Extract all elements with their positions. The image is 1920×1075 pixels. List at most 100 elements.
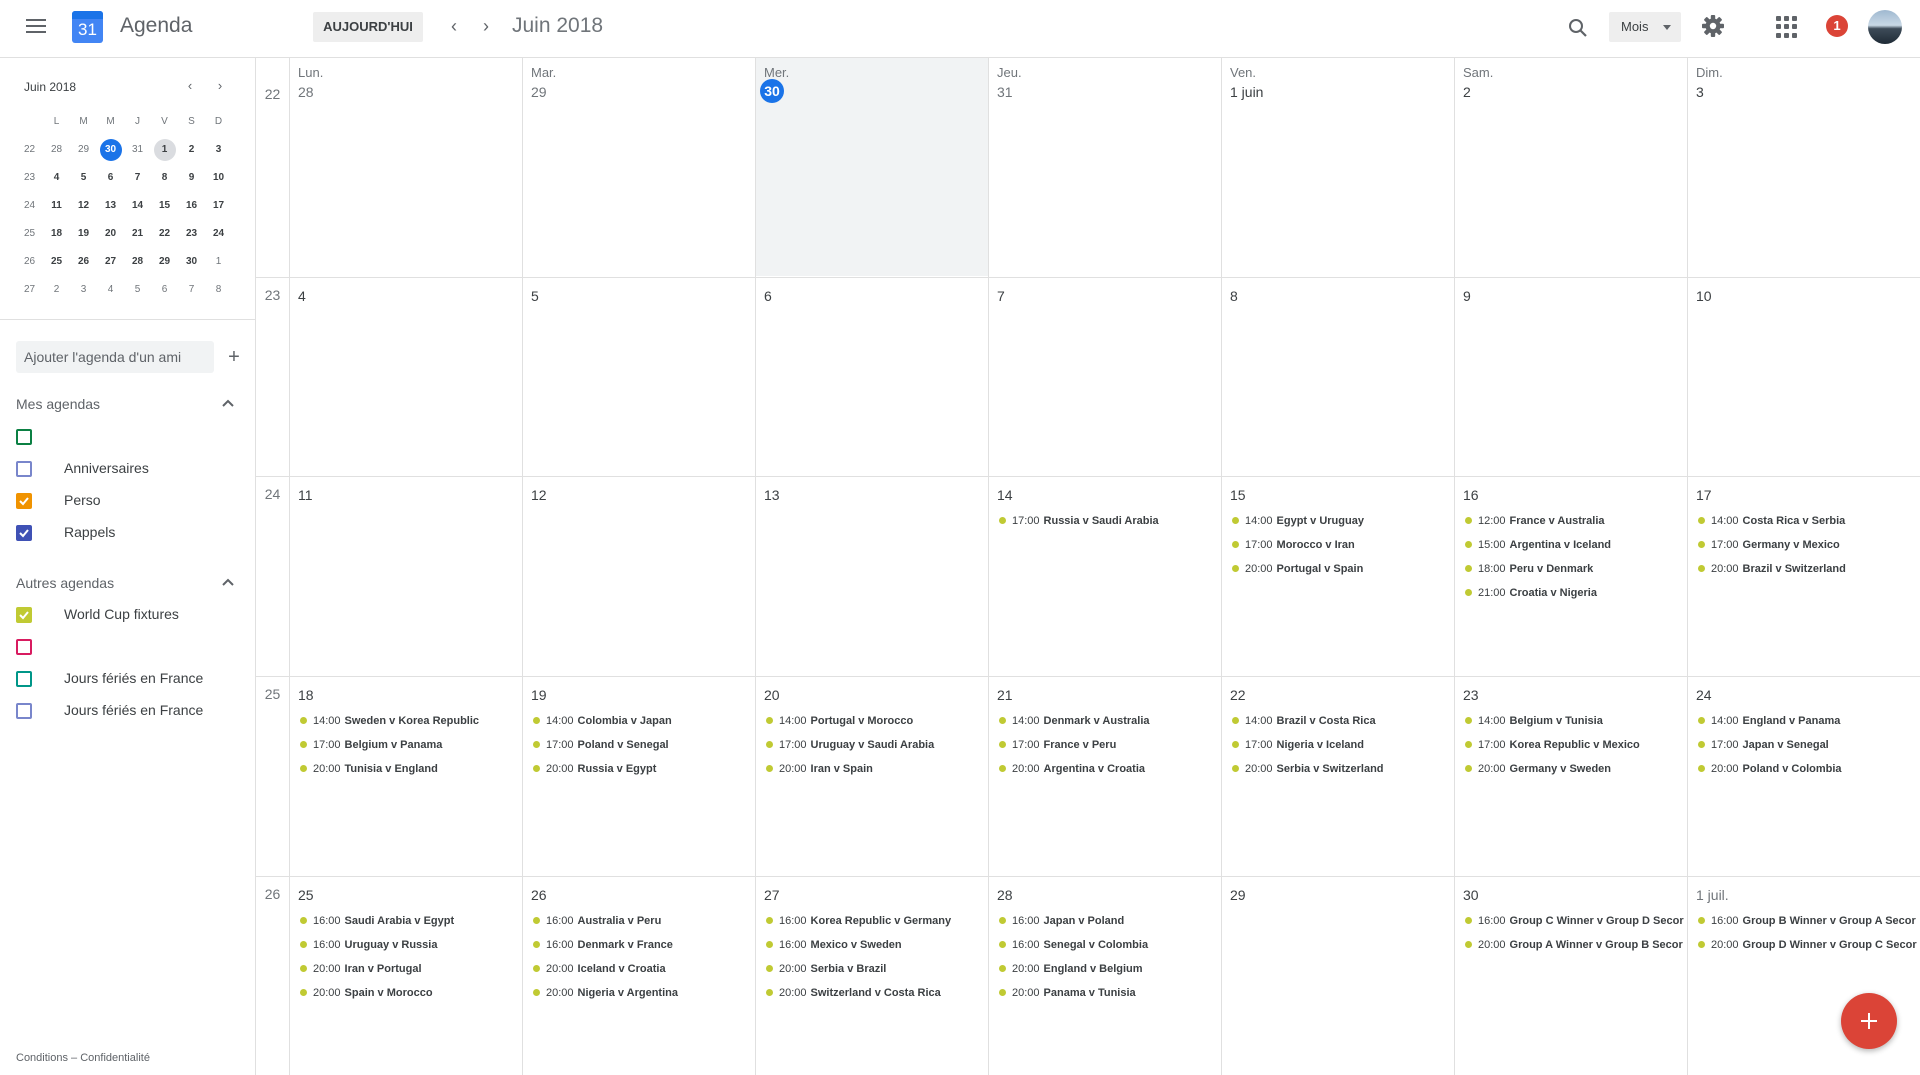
- event-chip[interactable]: 14:00 Costa Rica v Serbia: [1694, 509, 1918, 533]
- notification-badge[interactable]: 1: [1826, 15, 1848, 37]
- day-cell[interactable]: Ven. 1 juin: [1222, 58, 1454, 276]
- mini-day[interactable]: 2: [178, 139, 205, 161]
- day-number[interactable]: 27: [764, 887, 780, 903]
- mini-day[interactable]: 16: [178, 195, 205, 217]
- checkbox-checked-icon[interactable]: [16, 493, 32, 509]
- gear-icon[interactable]: [1699, 12, 1727, 40]
- day-number[interactable]: 30: [1463, 887, 1479, 903]
- day-number[interactable]: 24: [1696, 687, 1712, 703]
- event-chip[interactable]: 17:00 Uruguay v Saudi Arabia: [762, 733, 986, 757]
- calendar-list-item[interactable]: Anniversaires: [16, 456, 244, 482]
- day-cell[interactable]: 19 14:00 Colombia v Japan 17:00 Poland v Sen…: [523, 677, 755, 876]
- event-chip[interactable]: 14:00 Belgium v Tunisia: [1461, 709, 1685, 733]
- day-cell[interactable]: 11: [290, 477, 522, 676]
- event-chip[interactable]: 14:00 Sweden v Korea Republic: [296, 709, 520, 733]
- mini-day[interactable]: 15: [151, 195, 178, 217]
- mini-day[interactable]: 28: [124, 251, 151, 273]
- day-number[interactable]: 9: [1463, 288, 1471, 304]
- privacy-link[interactable]: Confidentialité: [80, 1052, 150, 1064]
- avatar[interactable]: [1868, 10, 1902, 44]
- day-cell[interactable]: 24 14:00 England v Panama 17:00 Japan v Sene…: [1688, 677, 1920, 876]
- event-chip[interactable]: 14:00 Egypt v Uruguay: [1228, 509, 1452, 533]
- day-cell[interactable]: 17 14:00 Costa Rica v Serbia 17:00 Germany v…: [1688, 477, 1920, 676]
- event-chip[interactable]: 20:00 Portugal v Spain: [1228, 557, 1452, 581]
- plus-icon[interactable]: +: [222, 345, 246, 369]
- event-chip[interactable]: 16:00 Senegal v Colombia: [995, 933, 1219, 957]
- mini-day[interactable]: 25: [43, 251, 70, 273]
- event-chip[interactable]: 17:00 Germany v Mexico: [1694, 533, 1918, 557]
- mini-day[interactable]: 3: [205, 139, 232, 161]
- day-cell[interactable]: 28 16:00 Japan v Poland 16:00 Senegal v Colo…: [989, 877, 1221, 1075]
- mini-day[interactable]: 4: [43, 167, 70, 189]
- day-number[interactable]: 16: [1463, 487, 1479, 503]
- event-chip[interactable]: 16:00 Japan v Poland: [995, 909, 1219, 933]
- mini-day[interactable]: 1: [151, 139, 178, 161]
- day-number[interactable]: 3: [1696, 84, 1704, 100]
- day-number[interactable]: 11: [298, 487, 313, 503]
- day-cell[interactable]: 20 14:00 Portugal v Morocco 17:00 Uruguay v …: [756, 677, 988, 876]
- day-number[interactable]: 22: [1230, 687, 1246, 703]
- mini-day[interactable]: 27: [97, 251, 124, 273]
- mini-day[interactable]: 26: [70, 251, 97, 273]
- mini-day[interactable]: 30: [97, 139, 124, 161]
- day-number[interactable]: 12: [531, 487, 547, 503]
- event-chip[interactable]: 20:00 Serbia v Switzerland: [1228, 757, 1452, 781]
- mini-day[interactable]: 6: [97, 167, 124, 189]
- mini-day[interactable]: 6: [151, 279, 178, 301]
- day-number[interactable]: 30: [760, 79, 784, 103]
- mini-day[interactable]: 17: [205, 195, 232, 217]
- terms-link[interactable]: Conditions: [16, 1052, 68, 1064]
- mini-day[interactable]: 29: [70, 139, 97, 161]
- event-chip[interactable]: 15:00 Argentina v Iceland: [1461, 533, 1685, 557]
- day-number[interactable]: 7: [997, 288, 1005, 304]
- day-cell[interactable]: 27 16:00 Korea Republic v Germany 16:00 Mexi…: [756, 877, 988, 1075]
- event-chip[interactable]: 17:00 Poland v Senegal: [529, 733, 753, 757]
- checkbox-icon[interactable]: [16, 703, 32, 719]
- mini-day[interactable]: 4: [97, 279, 124, 301]
- day-cell[interactable]: 26 16:00 Australia v Peru 16:00 Denmark v Fr…: [523, 877, 755, 1075]
- mini-day[interactable]: 19: [70, 223, 97, 245]
- mini-day[interactable]: 14: [124, 195, 151, 217]
- event-chip[interactable]: 16:00 Denmark v France: [529, 933, 753, 957]
- calendar-list-item[interactable]: Perso: [16, 488, 244, 514]
- day-cell[interactable]: 8: [1222, 278, 1454, 476]
- day-number[interactable]: 25: [298, 887, 314, 903]
- event-chip[interactable]: 20:00 Argentina v Croatia: [995, 757, 1219, 781]
- event-chip[interactable]: 20:00 Russia v Egypt: [529, 757, 753, 781]
- day-cell[interactable]: 10: [1688, 278, 1920, 476]
- checkbox-icon[interactable]: [16, 639, 32, 655]
- day-number[interactable]: 10: [1696, 288, 1712, 304]
- event-chip[interactable]: 16:00 Uruguay v Russia: [296, 933, 520, 957]
- day-number[interactable]: 18: [298, 687, 314, 703]
- day-number[interactable]: 31: [997, 84, 1013, 100]
- day-number[interactable]: 29: [1230, 887, 1246, 903]
- event-chip[interactable]: 17:00 Korea Republic v Mexico: [1461, 733, 1685, 757]
- event-chip[interactable]: 20:00 Switzerland v Costa Rica: [762, 981, 986, 1005]
- checkbox-icon[interactable]: [16, 461, 32, 477]
- event-chip[interactable]: 21:00 Croatia v Nigeria: [1461, 581, 1685, 605]
- add-friend-calendar-input[interactable]: Ajouter l'agenda d'un ami: [16, 341, 214, 373]
- event-chip[interactable]: 20:00 Brazil v Switzerland: [1694, 557, 1918, 581]
- mini-day[interactable]: 31: [124, 139, 151, 161]
- event-chip[interactable]: 17:00 Nigeria v Iceland: [1228, 733, 1452, 757]
- mini-day[interactable]: 20: [97, 223, 124, 245]
- day-cell[interactable]: Sam. 2: [1455, 58, 1687, 276]
- my-calendars-header[interactable]: Mes agendas: [16, 392, 244, 416]
- event-chip[interactable]: 16:00 Saudi Arabia v Egypt: [296, 909, 520, 933]
- search-icon[interactable]: [1564, 14, 1592, 42]
- day-number[interactable]: 17: [1696, 487, 1712, 503]
- event-chip[interactable]: 14:00 Denmark v Australia: [995, 709, 1219, 733]
- day-cell[interactable]: 1 juil. 16:00 Group B Winner v Group A Sec…: [1688, 877, 1920, 1075]
- day-cell[interactable]: 21 14:00 Denmark v Australia 17:00 France v …: [989, 677, 1221, 876]
- event-chip[interactable]: 20:00 Poland v Colombia: [1694, 757, 1918, 781]
- day-number[interactable]: 21: [997, 687, 1013, 703]
- event-chip[interactable]: 16:00 Korea Republic v Germany: [762, 909, 986, 933]
- event-chip[interactable]: 14:00 England v Panama: [1694, 709, 1918, 733]
- chevron-right-icon[interactable]: ›: [475, 15, 497, 37]
- day-cell[interactable]: 7: [989, 278, 1221, 476]
- day-cell[interactable]: 6: [756, 278, 988, 476]
- event-chip[interactable]: 20:00 Spain v Morocco: [296, 981, 520, 1005]
- mini-day[interactable]: 29: [151, 251, 178, 273]
- day-number[interactable]: 28: [298, 84, 314, 100]
- day-number[interactable]: 1 juin: [1230, 84, 1263, 100]
